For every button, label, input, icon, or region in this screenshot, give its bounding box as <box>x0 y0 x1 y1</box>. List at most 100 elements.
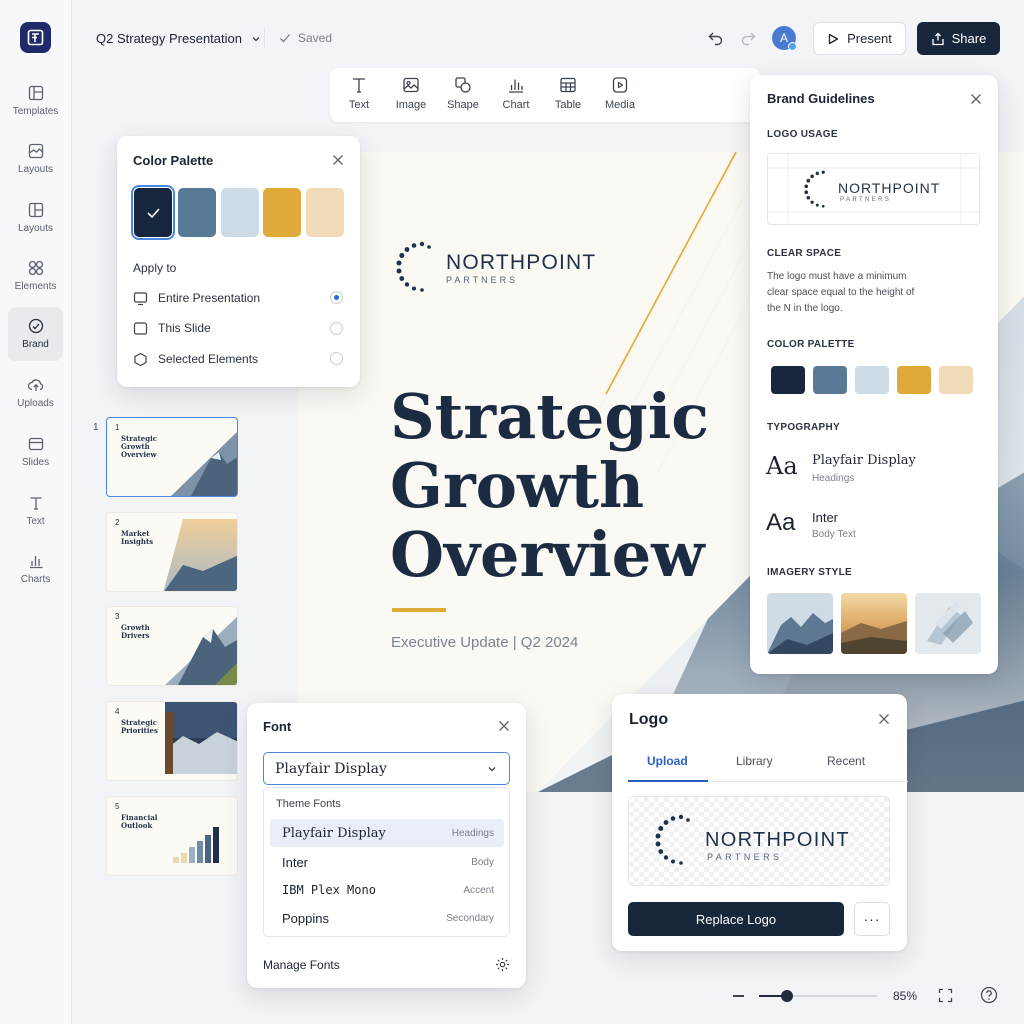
toolbar-chart-button[interactable]: Chart <box>491 76 541 111</box>
color-palette-panel: Color Palette Apply to Entire Presentati… <box>117 136 360 387</box>
fullscreen-icon[interactable] <box>938 988 953 1003</box>
logo-mark-icon <box>804 170 825 208</box>
document-title[interactable]: Q2 Strategy Presentation <box>96 31 261 46</box>
brand-color-swatch[interactable] <box>897 366 931 394</box>
slide-thumbnail-1[interactable]: 1 Strategic Growth Overview <box>106 417 238 497</box>
thumbnail-image <box>171 431 237 496</box>
logo-wordmark: NORTHPOINT <box>705 829 850 851</box>
clear-space-line: clear space equal to the height of <box>767 287 915 298</box>
palette-swatch[interactable] <box>178 188 216 237</box>
font-option[interactable]: Poppins Secondary <box>270 904 504 932</box>
undo-icon[interactable] <box>707 29 725 47</box>
imagery-sample-sunset[interactable] <box>841 593 907 654</box>
toolbar-table-button[interactable]: Table <box>543 76 593 111</box>
brand-icon <box>28 318 43 334</box>
slide-thumbnail-4[interactable]: 4 Strategic Priorities <box>106 701 238 781</box>
palette-swatch[interactable] <box>306 188 344 237</box>
shape-icon <box>455 77 471 93</box>
slide-title[interactable]: Strategic Growth Overview <box>390 382 709 589</box>
sidebar-item-charts[interactable]: Charts <box>8 542 63 596</box>
app-logo-icon[interactable] <box>20 22 51 53</box>
thumbnail-number: 5 <box>115 802 120 811</box>
tab-upload[interactable]: Upload <box>647 754 688 768</box>
apply-this-slide[interactable]: This Slide <box>133 318 211 338</box>
zoom-slider[interactable] <box>759 990 877 1002</box>
toolbar-label: Media <box>605 99 635 111</box>
elements-icon <box>28 260 43 276</box>
radio-selected-elements[interactable] <box>330 352 343 365</box>
brand-color-swatch[interactable] <box>855 366 889 394</box>
section-label: CLEAR SPACE <box>767 248 842 259</box>
radio-this-slide[interactable] <box>330 322 343 335</box>
sidebar-item-elements[interactable]: Elements <box>8 249 63 303</box>
logo-subtext: PARTNERS <box>446 274 519 285</box>
font-option[interactable]: Inter Body <box>270 848 504 876</box>
font-select[interactable]: Playfair Display <box>263 752 510 785</box>
slide-thumbnail-2[interactable]: 2 Market Insights <box>106 512 238 592</box>
close-icon[interactable] <box>969 92 983 106</box>
panel-title: Color Palette <box>133 153 214 168</box>
palette-swatch-selected[interactable] <box>131 185 175 240</box>
palette-swatch[interactable] <box>221 188 259 237</box>
monitor-icon <box>133 291 148 305</box>
sidebar-item-layouts[interactable]: Layouts <box>8 132 63 186</box>
section-label: TYPOGRAPHY <box>767 422 841 433</box>
toolbar-media-button[interactable]: Media <box>595 76 645 111</box>
image-icon <box>403 77 419 93</box>
toolbar-shape-button[interactable]: Shape <box>438 76 488 111</box>
brand-color-swatch[interactable] <box>813 366 847 394</box>
sidebar-item-label: Brand <box>22 339 49 350</box>
font-option[interactable]: IBM Plex Mono Accent <box>270 876 504 904</box>
font-option[interactable]: Playfair Display Headings <box>270 819 504 847</box>
replace-logo-button[interactable]: Replace Logo <box>628 902 844 936</box>
theme-fonts-label: Theme Fonts <box>276 798 341 810</box>
imagery-sample-mountains[interactable] <box>767 593 833 654</box>
brand-color-swatch[interactable] <box>771 366 805 394</box>
chart-icon <box>29 556 42 569</box>
tab-recent[interactable]: Recent <box>827 754 865 768</box>
font-option-name: Inter <box>282 854 309 870</box>
close-icon[interactable] <box>331 153 345 167</box>
share-button[interactable]: Share <box>917 22 1000 55</box>
brand-color-swatch[interactable] <box>939 366 973 394</box>
radio-entire-presentation[interactable] <box>330 291 343 304</box>
sidebar-item-slides[interactable]: Slides <box>8 425 63 479</box>
check-icon <box>280 34 290 43</box>
apply-entire-presentation[interactable]: Entire Presentation <box>133 288 260 308</box>
panel-title: Logo <box>629 711 669 728</box>
imagery-sample-abstract[interactable] <box>915 593 981 654</box>
slides-icon <box>28 437 43 451</box>
slide-thumbnail-3[interactable]: 3 Growth Drivers <box>106 606 238 686</box>
slide-thumbnail-5[interactable]: 5 Financial Outlook <box>106 796 238 876</box>
redo-icon[interactable] <box>739 29 757 47</box>
templates-icon <box>28 85 43 101</box>
slide-subtitle[interactable]: Executive Update | Q2 2024 <box>391 634 578 651</box>
tab-library[interactable]: Library <box>736 754 773 768</box>
logo-usage-preview: NORTHPOINT PARTNERS <box>767 153 981 226</box>
close-icon[interactable] <box>877 712 891 726</box>
slide-icon <box>133 321 148 335</box>
font-role: Headings <box>812 473 855 484</box>
sidebar-item-layouts-2[interactable]: Layouts <box>8 191 63 245</box>
thumbnail-number: 3 <box>115 612 120 621</box>
apply-selected-elements[interactable]: Selected Elements <box>133 349 258 369</box>
help-icon[interactable] <box>980 986 998 1004</box>
avatar[interactable]: A <box>772 26 797 51</box>
gear-icon[interactable] <box>495 957 510 972</box>
present-button[interactable]: Present <box>813 22 906 55</box>
save-status-text: Saved <box>298 31 333 45</box>
toolbar-text-button[interactable]: Text <box>334 76 384 111</box>
sidebar-item-brand[interactable]: Brand <box>8 307 63 361</box>
zoom-out-icon[interactable] <box>733 995 744 997</box>
close-icon[interactable] <box>497 719 511 733</box>
sidebar-item-text[interactable]: Text <box>8 484 63 538</box>
more-options-button[interactable]: ··· <box>854 902 890 936</box>
sidebar-item-uploads[interactable]: Uploads <box>8 366 63 420</box>
zoom-slider-handle[interactable] <box>781 990 794 1002</box>
toolbar-image-button[interactable]: Image <box>386 76 436 111</box>
font-role: Body Text <box>812 529 856 540</box>
manage-fonts-link[interactable]: Manage Fonts <box>263 958 340 972</box>
slide-logo[interactable]: NORTHPOINT PARTNERS <box>396 240 596 296</box>
palette-swatch[interactable] <box>263 188 301 237</box>
sidebar-item-templates[interactable]: Templates <box>8 74 63 128</box>
